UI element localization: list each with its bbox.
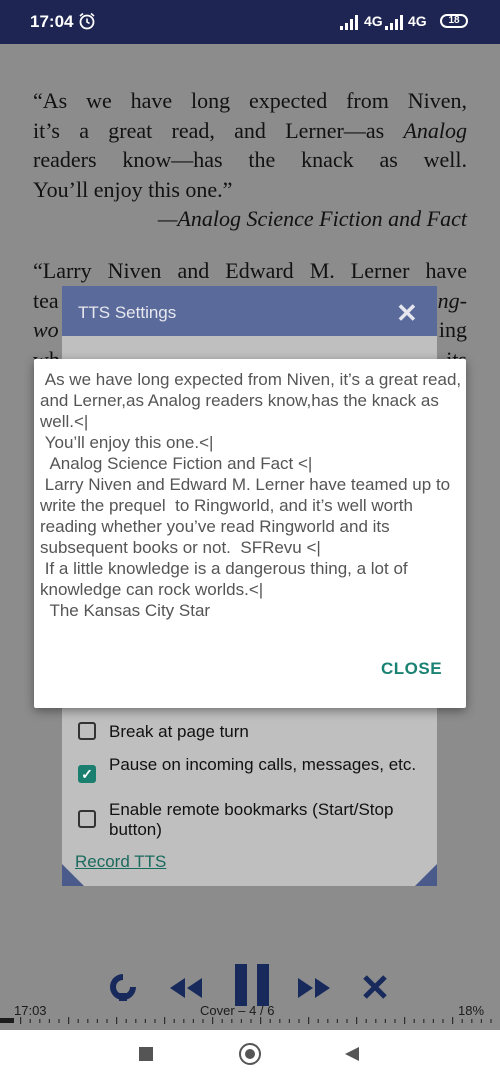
tts-settings-header: TTS Settings ✕ bbox=[62, 286, 437, 336]
checkbox-checked[interactable]: ✓ bbox=[78, 765, 96, 783]
close-icon[interactable]: ✕ bbox=[396, 298, 418, 329]
dialog-text: As we have long expected from Niven, it’… bbox=[40, 370, 462, 620]
option-label: Break at page turn bbox=[109, 722, 249, 741]
navigation-bar bbox=[0, 1030, 500, 1083]
alarm-icon bbox=[79, 12, 95, 30]
network-type: 4G bbox=[408, 13, 427, 29]
home-icon[interactable] bbox=[239, 1043, 261, 1065]
resize-handle-icon[interactable] bbox=[415, 864, 437, 886]
option-label: Enable remote bookmarks (Start/Stop butt… bbox=[109, 800, 394, 839]
status-bar: 17:04 4G 4G 18 bbox=[0, 0, 500, 44]
back-icon[interactable] bbox=[344, 1046, 360, 1062]
record-tts-link[interactable]: Record TTS bbox=[75, 852, 166, 872]
signal-icon bbox=[340, 15, 358, 30]
panel-title: TTS Settings bbox=[78, 303, 177, 322]
battery-icon: 18 bbox=[440, 14, 468, 28]
signal-icon bbox=[385, 15, 403, 30]
battery-level: 18 bbox=[448, 15, 460, 26]
text-dialog: As we have long expected from Niven, it’… bbox=[34, 359, 466, 708]
resize-handle-icon[interactable] bbox=[62, 864, 84, 886]
checkbox[interactable] bbox=[78, 810, 96, 828]
close-button[interactable]: CLOSE bbox=[381, 659, 442, 679]
status-time: 17:04 bbox=[30, 12, 74, 31]
recent-apps-icon[interactable] bbox=[139, 1047, 153, 1061]
checkbox[interactable] bbox=[78, 722, 96, 740]
network-type: 4G bbox=[364, 13, 383, 29]
option-label: Pause on incoming calls, messages, etc. bbox=[109, 755, 417, 774]
